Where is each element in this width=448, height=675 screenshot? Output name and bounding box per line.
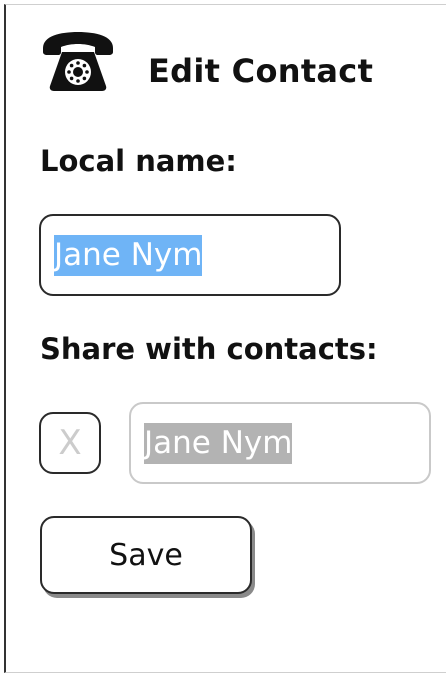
app-window: Edit Contact Local name: Jane Nym Share … (4, 4, 446, 673)
local-name-label: Local name: (40, 144, 237, 178)
local-name-value: Jane Nym (54, 234, 203, 276)
local-name-field[interactable]: Jane Nym (39, 214, 341, 296)
page-title: Edit Contact (148, 52, 374, 90)
share-name-value: Jane Nym (144, 422, 293, 464)
telephone-icon (43, 32, 113, 91)
share-name-field[interactable]: Jane Nym (129, 402, 431, 484)
save-button[interactable]: Save (40, 516, 252, 594)
share-checkbox[interactable]: X (39, 412, 101, 474)
share-label: Share with contacts: (40, 332, 378, 366)
